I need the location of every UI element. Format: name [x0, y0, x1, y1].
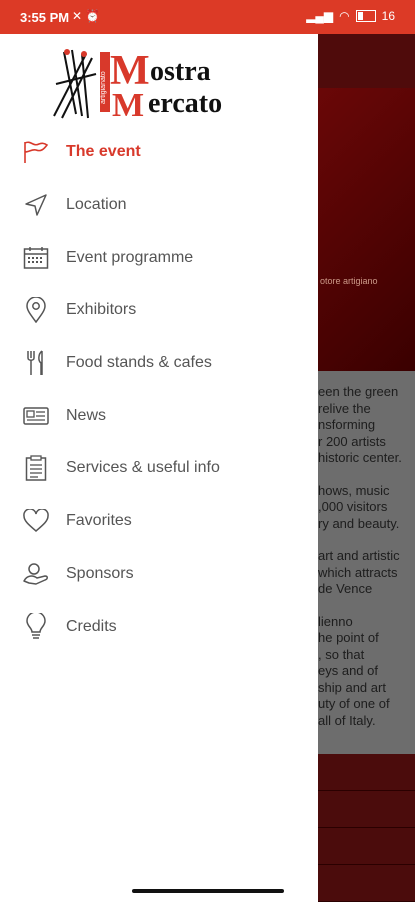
menu-label: The event — [66, 143, 141, 161]
menu-item-news[interactable]: News — [0, 389, 318, 442]
battery-icon — [355, 10, 376, 22]
menu-item-location[interactable]: Location — [0, 179, 318, 232]
logo-side-text: artigianato — [100, 71, 107, 104]
map-pin-icon — [22, 296, 50, 324]
bg-paragraph-4: lienno he point of , so that eys and of … — [318, 613, 390, 728]
status-notification-icons: ✕ ⏰ — [72, 9, 101, 23]
lightbulb-icon — [22, 612, 50, 641]
signal-icon: ▂▄▆ — [306, 9, 334, 23]
menu-item-sponsors[interactable]: Sponsors — [0, 548, 318, 601]
background-list — [318, 754, 415, 902]
menu-label: Credits — [66, 617, 117, 635]
background-description: een the green relive the nsforming r 200… — [318, 384, 415, 745]
status-right: ▂▄▆ ◠ 16 — [306, 9, 395, 23]
fork-knife-icon — [22, 349, 50, 377]
menu-label: Sponsors — [66, 564, 134, 582]
menu-item-services[interactable]: Services & useful info — [0, 442, 318, 495]
sponsor-icon — [22, 560, 50, 588]
menu-label: Food stands & cafes — [66, 354, 212, 372]
status-time: 3:55 PM — [20, 10, 70, 25]
bg-paragraph-2: hows, music ,000 visitors ry and beauty. — [318, 482, 400, 531]
drawer-menu: The event Location Event programme Exhib… — [0, 126, 318, 653]
menu-item-the-event[interactable]: The event — [0, 126, 318, 179]
calendar-icon — [22, 244, 50, 272]
heart-icon — [22, 507, 50, 535]
home-indicator[interactable] — [132, 889, 284, 893]
menu-label: Services & useful info — [66, 459, 220, 477]
navigation-arrow-icon — [22, 191, 50, 219]
background-page: otore artigiano een the green relive the… — [318, 34, 415, 902]
battery-level: 16 — [381, 9, 395, 23]
menu-item-favorites[interactable]: Favorites — [0, 495, 318, 548]
background-header — [318, 34, 415, 88]
background-hero: otore artigiano — [318, 88, 415, 371]
logo-m2: M — [112, 87, 144, 120]
news-icon — [22, 402, 50, 430]
menu-item-food-stands[interactable]: Food stands & cafes — [0, 337, 318, 390]
clipboard-icon — [22, 454, 50, 482]
navigation-drawer[interactable]: artigianato M ostra M ercato The event L… — [0, 34, 318, 900]
menu-label: Location — [66, 196, 127, 214]
menu-label: News — [66, 406, 107, 424]
menu-item-event-programme[interactable]: Event programme — [0, 231, 318, 284]
hero-caption: otore artigiano — [320, 276, 378, 286]
flag-icon — [22, 138, 50, 166]
menu-item-credits[interactable]: Credits — [0, 600, 318, 653]
logo-line1: ostra — [150, 56, 211, 87]
bg-paragraph-3: art and artistic which attracts de Vence — [318, 548, 400, 596]
menu-item-exhibitors[interactable]: Exhibitors — [0, 284, 318, 337]
menu-label: Event programme — [66, 248, 194, 266]
logo-line2: ercato — [148, 88, 222, 119]
bg-paragraph-1: een the green relive the nsforming r 200… — [318, 384, 402, 465]
wifi-icon: ◠ — [339, 9, 350, 23]
menu-label: Favorites — [66, 512, 132, 530]
mostra-mercato-logo: artigianato M ostra M ercato — [53, 48, 222, 120]
menu-label: Exhibitors — [66, 301, 137, 319]
status-bar: 3:55 PM ✕ ⏰ ▂▄▆ ◠ 16 — [0, 0, 415, 34]
